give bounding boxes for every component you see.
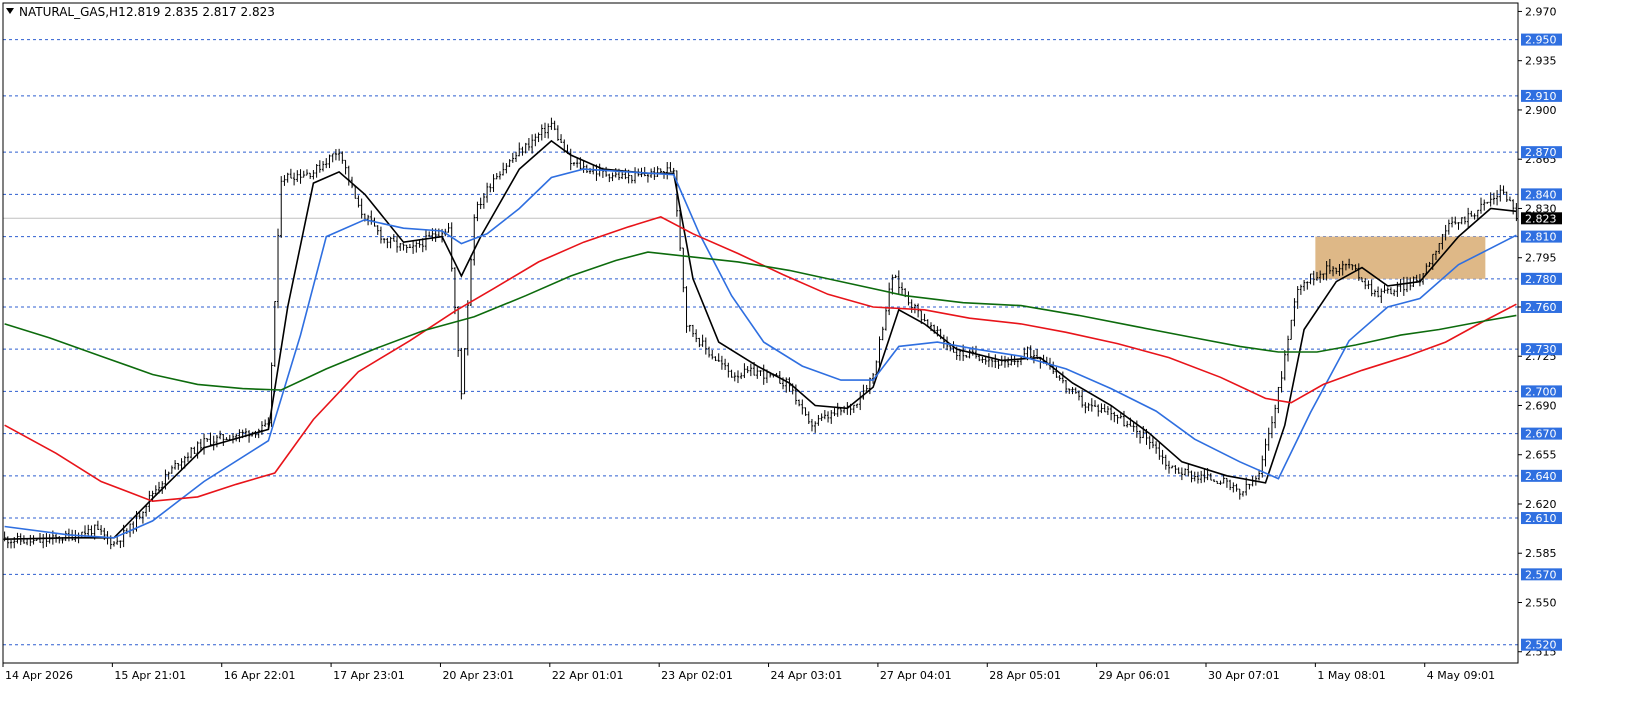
level-label: 2.570	[1525, 568, 1557, 581]
price-zone	[1315, 236, 1486, 279]
y-tick-label: 2.795	[1525, 252, 1557, 265]
x-tick-label: 24 Apr 03:01	[771, 669, 843, 682]
level-label: 2.810	[1525, 231, 1557, 244]
current-price-label: 2.823	[1525, 212, 1557, 225]
x-tick-label: 30 Apr 07:01	[1208, 669, 1280, 682]
y-tick-label: 2.550	[1525, 596, 1557, 609]
x-tick-label: 28 Apr 05:01	[989, 669, 1061, 682]
level-label: 2.640	[1525, 470, 1557, 483]
y-tick-label: 2.690	[1525, 399, 1557, 412]
price-chart[interactable]: 2.9702.9352.9002.8652.8302.7952.7602.725…	[0, 0, 1641, 719]
ohlc-values: 2.819 2.835 2.817 2.823	[126, 5, 275, 19]
zone-layer	[1315, 236, 1486, 279]
symbol-label: NATURAL_GAS,H1	[19, 5, 126, 19]
x-tick-label: 27 Apr 04:01	[880, 669, 952, 682]
y-tick-label: 2.935	[1525, 55, 1557, 68]
level-label: 2.950	[1525, 34, 1557, 47]
y-tick-label: 2.970	[1525, 5, 1557, 18]
x-tick-label: 1 May 08:01	[1317, 669, 1385, 682]
level-label: 2.520	[1525, 639, 1557, 652]
x-tick-label: 15 Apr 21:01	[114, 669, 186, 682]
chart-header: NATURAL_GAS,H1 2.819 2.835 2.817 2.823	[6, 5, 275, 19]
level-label: 2.760	[1525, 301, 1557, 314]
x-tick-label: 29 Apr 06:01	[1099, 669, 1171, 682]
level-label: 2.870	[1525, 146, 1557, 159]
level-label: 2.610	[1525, 512, 1557, 525]
y-tick-label: 2.900	[1525, 104, 1557, 117]
level-label: 2.700	[1525, 385, 1557, 398]
y-tick-label: 2.655	[1525, 449, 1557, 462]
level-label: 2.670	[1525, 428, 1557, 441]
x-tick-label: 20 Apr 23:01	[442, 669, 514, 682]
x-tick-label: 4 May 09:01	[1427, 669, 1495, 682]
x-tick-label: 16 Apr 22:01	[224, 669, 296, 682]
level-label: 2.730	[1525, 343, 1557, 356]
level-label: 2.780	[1525, 273, 1557, 286]
level-label: 2.840	[1525, 188, 1557, 201]
x-tick-label: 14 Apr 2026	[5, 669, 73, 682]
y-tick-label: 2.585	[1525, 547, 1557, 560]
x-tick-label: 17 Apr 23:01	[333, 669, 405, 682]
x-tick-label: 22 Apr 01:01	[552, 669, 624, 682]
y-tick-label: 2.620	[1525, 498, 1557, 511]
chart-window[interactable]: 2.9702.9352.9002.8652.8302.7952.7602.725…	[0, 0, 1641, 719]
x-tick-label: 23 Apr 02:01	[661, 669, 733, 682]
level-label: 2.910	[1525, 90, 1557, 103]
